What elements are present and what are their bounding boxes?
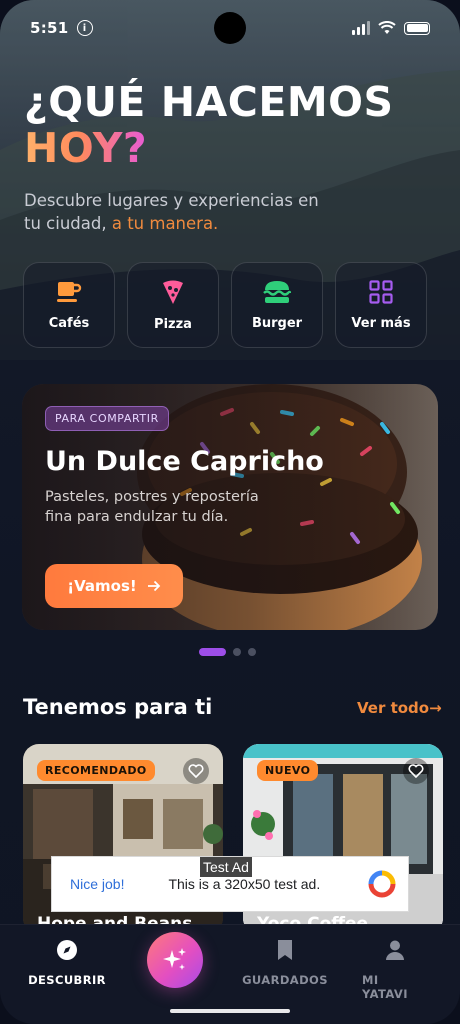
see-all-label: Ver todo bbox=[357, 699, 430, 717]
status-icons bbox=[352, 21, 430, 35]
nav-profile[interactable]: MI YATAVI bbox=[362, 939, 428, 1001]
category-more[interactable]: Ver más bbox=[335, 262, 427, 348]
favorite-button[interactable] bbox=[183, 758, 209, 784]
carousel-dot[interactable] bbox=[248, 648, 256, 656]
signal-icon bbox=[352, 21, 370, 35]
card-tag: RECOMENDADO bbox=[37, 760, 155, 781]
ad-nice-text: Nice job! bbox=[70, 876, 125, 892]
sparkle-icon bbox=[163, 948, 186, 970]
nav-label: GUARDADOS bbox=[242, 973, 328, 987]
promo-go-label: ¡Vamos! bbox=[67, 577, 137, 595]
hero-title-line2: HOY? bbox=[24, 124, 148, 172]
promo-badge: PARA COMPARTIR bbox=[45, 406, 169, 431]
category-label: Ver más bbox=[351, 315, 411, 331]
ad-text: This is a 320x50 test ad. bbox=[168, 876, 321, 892]
battery-icon bbox=[404, 21, 430, 35]
promo-go-button[interactable]: ¡Vamos! bbox=[45, 564, 183, 608]
category-label: Burger bbox=[251, 315, 303, 331]
nav-label: DESCUBRIR bbox=[28, 973, 106, 987]
bookmark-icon bbox=[278, 940, 292, 960]
promo-card[interactable]: PARA COMPARTIR Un Dulce Capricho Pastele… bbox=[22, 384, 438, 630]
arrow-right-icon: → bbox=[429, 699, 442, 717]
category-label: Pizza bbox=[154, 316, 192, 332]
heart-icon bbox=[408, 764, 424, 778]
ad-logo-icon bbox=[368, 870, 396, 898]
category-label: Cafés bbox=[48, 315, 90, 331]
camera-cutout bbox=[214, 12, 246, 44]
heart-icon bbox=[188, 764, 204, 778]
hero-subtitle: Descubre lugares y experiencias en tu ci… bbox=[24, 189, 324, 235]
arrow-right-icon bbox=[147, 580, 161, 592]
coffee-icon bbox=[57, 281, 82, 302]
promo-description: Pasteles, postres y repostería fina para… bbox=[45, 489, 259, 525]
category-list: Cafés Pizza Burger Ver más bbox=[23, 262, 427, 348]
grid-icon bbox=[369, 279, 393, 304]
promo-title: Un Dulce Capricho bbox=[45, 446, 324, 477]
hero-subtitle-accent: a tu manera. bbox=[111, 214, 219, 233]
ai-sparkle-button[interactable] bbox=[147, 932, 203, 988]
app-screen: 5:51 i ¿QUÉ HACEMOS HOY? Descubre lugare… bbox=[0, 0, 460, 1024]
nav-discover[interactable]: DESCUBRIR bbox=[28, 939, 106, 987]
carousel-dot[interactable] bbox=[233, 648, 241, 656]
category-cafes[interactable]: Cafés bbox=[23, 262, 115, 348]
status-time: 5:51 bbox=[30, 19, 69, 37]
category-pizza[interactable]: Pizza bbox=[127, 262, 219, 348]
info-icon: i bbox=[76, 20, 93, 36]
nav-saved[interactable]: GUARDADOS bbox=[242, 939, 328, 987]
wifi-icon bbox=[378, 21, 396, 34]
section-title: Tenemos para ti bbox=[23, 695, 213, 719]
favorite-button[interactable] bbox=[403, 758, 429, 784]
pizza-icon bbox=[163, 280, 183, 304]
carousel-dot-active[interactable] bbox=[199, 648, 226, 656]
ad-label: Test Ad bbox=[200, 857, 252, 877]
compass-icon bbox=[57, 940, 77, 960]
hero-title-line1: ¿QUÉ HACEMOS bbox=[24, 78, 394, 126]
burger-icon bbox=[263, 280, 291, 303]
card-tag: NUEVO bbox=[257, 760, 319, 781]
user-icon bbox=[386, 940, 404, 960]
nav-label: MI YATAVI bbox=[362, 973, 408, 1001]
see-all-link[interactable]: Ver todo→ bbox=[357, 699, 442, 717]
category-burger[interactable]: Burger bbox=[231, 262, 323, 348]
carousel-indicator bbox=[199, 648, 256, 656]
home-indicator bbox=[170, 1009, 290, 1013]
